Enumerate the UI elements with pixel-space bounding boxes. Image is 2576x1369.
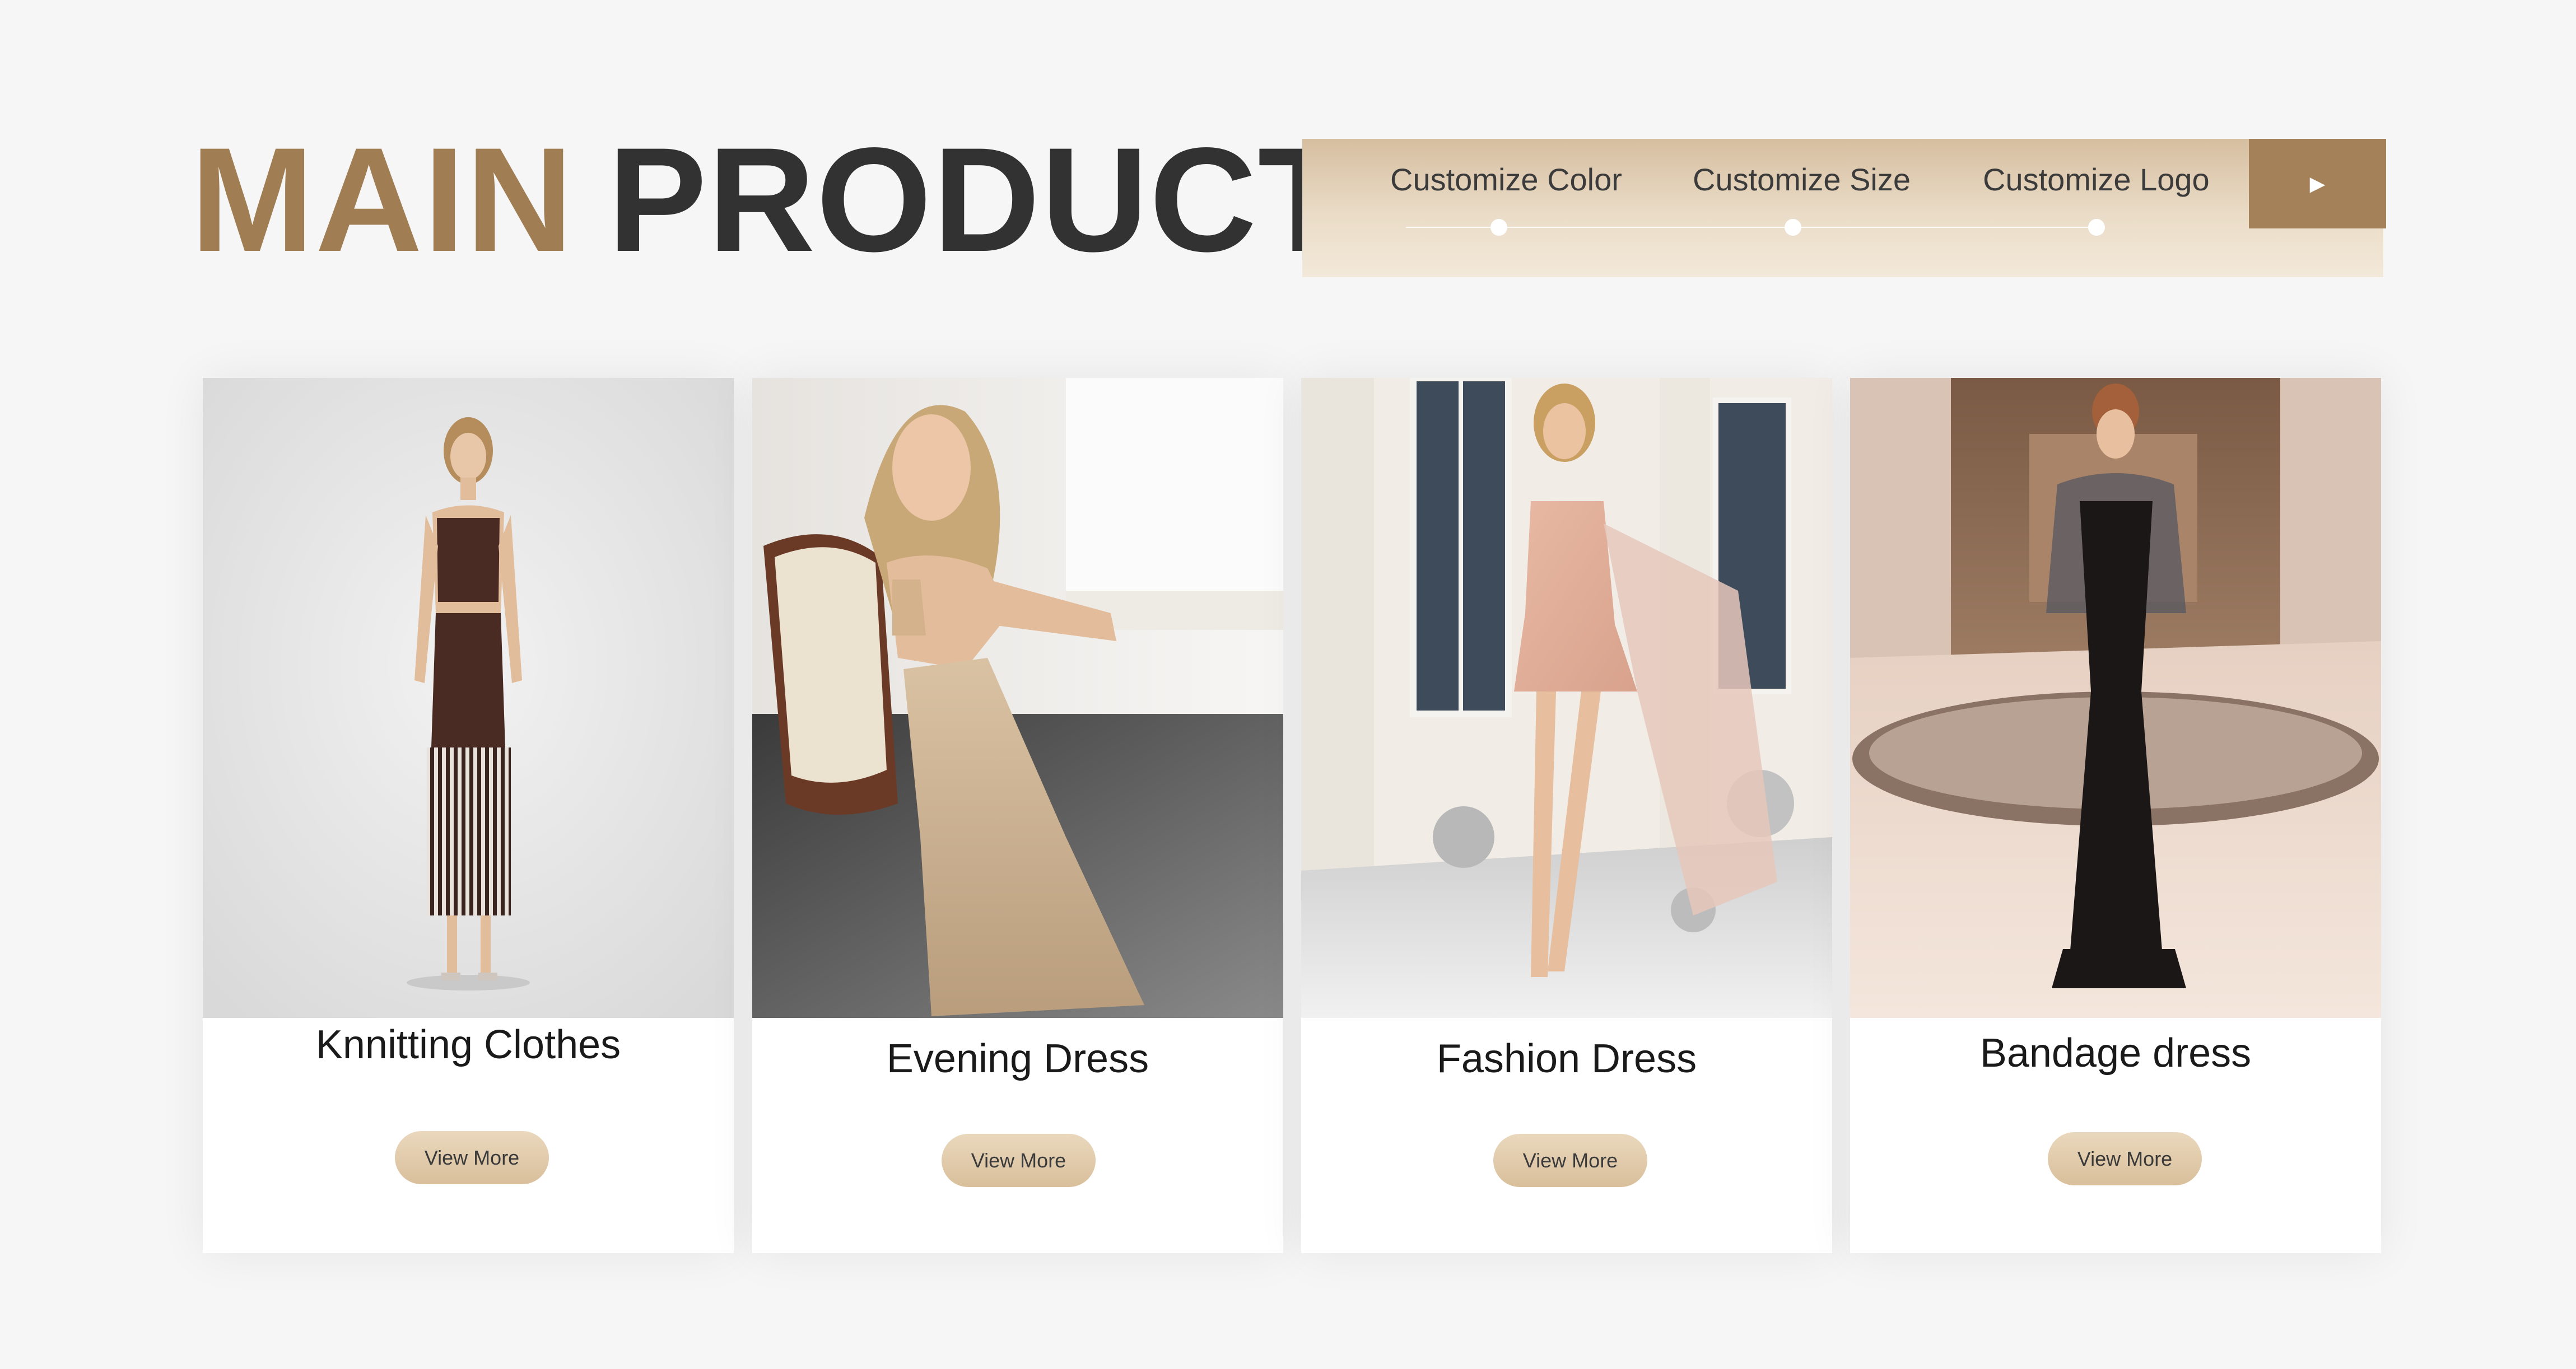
product-photo-fashion[interactable] (1301, 378, 1832, 1018)
product-card-knitting[interactable]: Knnitting Clothes View More (203, 378, 734, 1253)
product-photo-evening[interactable] (752, 378, 1283, 1018)
product-photo-bandage[interactable] (1850, 378, 2381, 1018)
play-arrow-icon: ► (2304, 169, 2331, 198)
feature-customize-logo[interactable]: Customize Logo (1983, 161, 2210, 198)
feature-customize-color[interactable]: Customize Color (1390, 161, 1622, 198)
view-more-button[interactable]: View More (2048, 1132, 2202, 1185)
title-word-main: MAIN (190, 117, 575, 283)
product-card-evening[interactable]: Evening Dress View More (752, 378, 1283, 1253)
product-name: Evening Dress (886, 1036, 1149, 1081)
title-word-product: PRODUCT (608, 117, 1350, 283)
customization-feature-bar: Customize Color Customize Size Customize… (1302, 139, 2383, 277)
feature-customize-size[interactable]: Customize Size (1693, 161, 1911, 198)
product-photo-knitting[interactable] (203, 378, 734, 1018)
feature-dot-size (1785, 219, 1801, 236)
product-name: Knnitting Clothes (315, 1022, 621, 1067)
feature-dot-color (1490, 219, 1507, 236)
view-more-button[interactable]: View More (395, 1131, 549, 1184)
product-name: Fashion Dress (1436, 1036, 1697, 1081)
product-card-fashion[interactable]: Fashion Dress View More (1301, 378, 1832, 1253)
feature-dot-logo (2088, 219, 2105, 236)
section-title: MAIN PRODUCT (190, 126, 1349, 274)
product-name: Bandage dress (1979, 1031, 2252, 1076)
next-arrow-button[interactable]: ► (2249, 139, 2386, 228)
product-card-bandage[interactable]: Bandage dress View More (1850, 378, 2381, 1253)
view-more-button[interactable]: View More (942, 1134, 1096, 1187)
feature-track-line (1406, 227, 2089, 228)
view-more-button[interactable]: View More (1493, 1134, 1647, 1187)
